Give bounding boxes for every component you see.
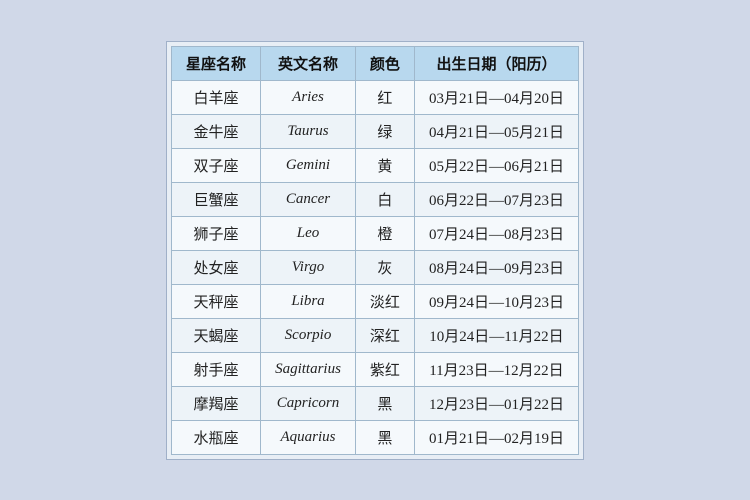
- cell-chinese-name: 水瓶座: [172, 420, 261, 454]
- table-header-row: 星座名称 英文名称 颜色 出生日期（阳历）: [172, 46, 579, 80]
- cell-color: 红: [355, 80, 414, 114]
- cell-chinese-name: 天秤座: [172, 284, 261, 318]
- cell-color: 黑: [355, 420, 414, 454]
- cell-dates: 08月24日—09月23日: [414, 250, 578, 284]
- cell-color: 灰: [355, 250, 414, 284]
- cell-english-name: Sagittarius: [261, 352, 356, 386]
- cell-english-name: Aries: [261, 80, 356, 114]
- table-row: 白羊座Aries红03月21日—04月20日: [172, 80, 579, 114]
- cell-chinese-name: 狮子座: [172, 216, 261, 250]
- table-row: 狮子座Leo橙07月24日—08月23日: [172, 216, 579, 250]
- cell-english-name: Virgo: [261, 250, 356, 284]
- cell-chinese-name: 处女座: [172, 250, 261, 284]
- cell-chinese-name: 摩羯座: [172, 386, 261, 420]
- cell-color: 白: [355, 182, 414, 216]
- cell-dates: 05月22日—06月21日: [414, 148, 578, 182]
- cell-color: 黑: [355, 386, 414, 420]
- header-chinese-name: 星座名称: [172, 46, 261, 80]
- table-body: 白羊座Aries红03月21日—04月20日金牛座Taurus绿04月21日—0…: [172, 80, 579, 454]
- cell-dates: 09月24日—10月23日: [414, 284, 578, 318]
- cell-english-name: Aquarius: [261, 420, 356, 454]
- cell-color: 深红: [355, 318, 414, 352]
- table-row: 巨蟹座Cancer白06月22日—07月23日: [172, 182, 579, 216]
- zodiac-table: 星座名称 英文名称 颜色 出生日期（阳历） 白羊座Aries红03月21日—04…: [171, 46, 579, 455]
- cell-chinese-name: 射手座: [172, 352, 261, 386]
- cell-dates: 06月22日—07月23日: [414, 182, 578, 216]
- table-row: 摩羯座Capricorn黑12月23日—01月22日: [172, 386, 579, 420]
- table-row: 天蝎座Scorpio深红10月24日—11月22日: [172, 318, 579, 352]
- table-row: 水瓶座Aquarius黑01月21日—02月19日: [172, 420, 579, 454]
- cell-chinese-name: 天蝎座: [172, 318, 261, 352]
- cell-color: 紫红: [355, 352, 414, 386]
- cell-dates: 12月23日—01月22日: [414, 386, 578, 420]
- table-row: 天秤座Libra淡红09月24日—10月23日: [172, 284, 579, 318]
- zodiac-table-container: 星座名称 英文名称 颜色 出生日期（阳历） 白羊座Aries红03月21日—04…: [166, 41, 584, 460]
- header-color: 颜色: [355, 46, 414, 80]
- cell-color: 黄: [355, 148, 414, 182]
- cell-dates: 11月23日—12月22日: [414, 352, 578, 386]
- cell-chinese-name: 巨蟹座: [172, 182, 261, 216]
- table-row: 双子座Gemini黄05月22日—06月21日: [172, 148, 579, 182]
- table-row: 金牛座Taurus绿04月21日—05月21日: [172, 114, 579, 148]
- cell-english-name: Gemini: [261, 148, 356, 182]
- cell-chinese-name: 白羊座: [172, 80, 261, 114]
- cell-color: 淡红: [355, 284, 414, 318]
- table-row: 处女座Virgo灰08月24日—09月23日: [172, 250, 579, 284]
- cell-english-name: Scorpio: [261, 318, 356, 352]
- cell-dates: 10月24日—11月22日: [414, 318, 578, 352]
- cell-chinese-name: 金牛座: [172, 114, 261, 148]
- cell-english-name: Libra: [261, 284, 356, 318]
- cell-color: 绿: [355, 114, 414, 148]
- cell-dates: 01月21日—02月19日: [414, 420, 578, 454]
- table-row: 射手座Sagittarius紫红11月23日—12月22日: [172, 352, 579, 386]
- cell-dates: 04月21日—05月21日: [414, 114, 578, 148]
- header-english-name: 英文名称: [261, 46, 356, 80]
- cell-dates: 03月21日—04月20日: [414, 80, 578, 114]
- cell-chinese-name: 双子座: [172, 148, 261, 182]
- cell-english-name: Cancer: [261, 182, 356, 216]
- cell-english-name: Capricorn: [261, 386, 356, 420]
- cell-english-name: Leo: [261, 216, 356, 250]
- cell-color: 橙: [355, 216, 414, 250]
- cell-dates: 07月24日—08月23日: [414, 216, 578, 250]
- header-dates: 出生日期（阳历）: [414, 46, 578, 80]
- cell-english-name: Taurus: [261, 114, 356, 148]
